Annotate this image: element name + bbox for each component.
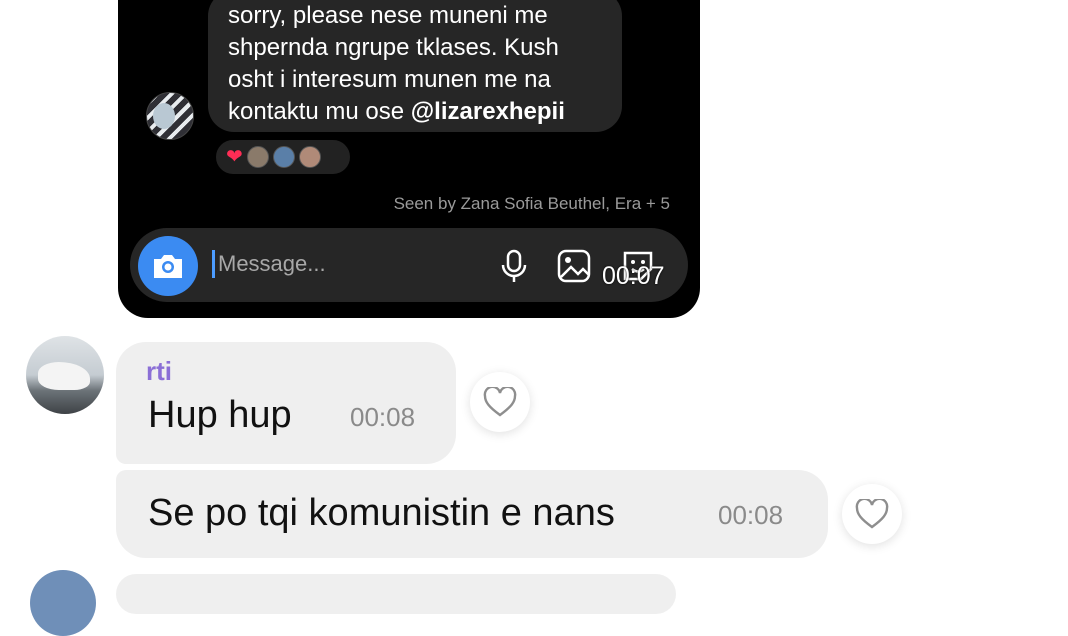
sender-name: rti [146, 356, 172, 386]
ig-message-line: kontaktu mu ose @lizarexhepii [228, 96, 602, 128]
reactor-avatar [272, 146, 295, 168]
heart-outline-icon [483, 387, 517, 417]
ig-overlay-time: 00:07 [602, 262, 665, 290]
ig-message-line: shpernda ngrupe tklases. Kush [228, 34, 559, 61]
ig-mention: @lizarexhepii [410, 98, 565, 125]
ig-message-line: osht i interesum munen me na [228, 66, 551, 93]
like-heart-button[interactable] [842, 484, 902, 544]
ig-reactions-bar: ❤ [214, 138, 352, 176]
ig-message-line-text: kontaktu mu ose [228, 98, 411, 125]
gallery-icon [557, 249, 591, 283]
heart-icon: ❤ [226, 146, 243, 168]
heart-outline-icon [855, 499, 889, 529]
ig-message-input: Message... [212, 250, 326, 278]
sender-avatar[interactable] [26, 336, 104, 414]
camera-icon [138, 236, 198, 296]
reactor-avatar [246, 146, 269, 168]
ig-seen-status: Seen by Zana Sofia Beuthel, Era + 5 [393, 194, 670, 213]
message-bubble[interactable]: Se po tqi komunistin e nans 00:08 [116, 470, 828, 558]
message-text: Se po tqi komunistin e nans [148, 492, 615, 534]
message-text: Hup hup [148, 394, 292, 436]
ig-message-line: sorry, please nese muneni me [228, 2, 548, 29]
message-time: 00:08 [718, 500, 784, 530]
like-heart-button[interactable] [470, 372, 530, 432]
reactor-avatar [298, 146, 321, 168]
message-time: 00:08 [350, 402, 416, 432]
next-message-bubble[interactable] [116, 574, 676, 614]
mic-icon [501, 249, 527, 282]
shared-screenshot-image[interactable]: sorry, please nese muneni me shpernda ng… [118, 0, 700, 318]
ig-sender-avatar [146, 92, 194, 140]
message-bubble[interactable]: rti Hup hup 00:08 [116, 342, 456, 464]
ig-message-bubble: sorry, please nese muneni me shpernda ng… [208, 0, 622, 132]
